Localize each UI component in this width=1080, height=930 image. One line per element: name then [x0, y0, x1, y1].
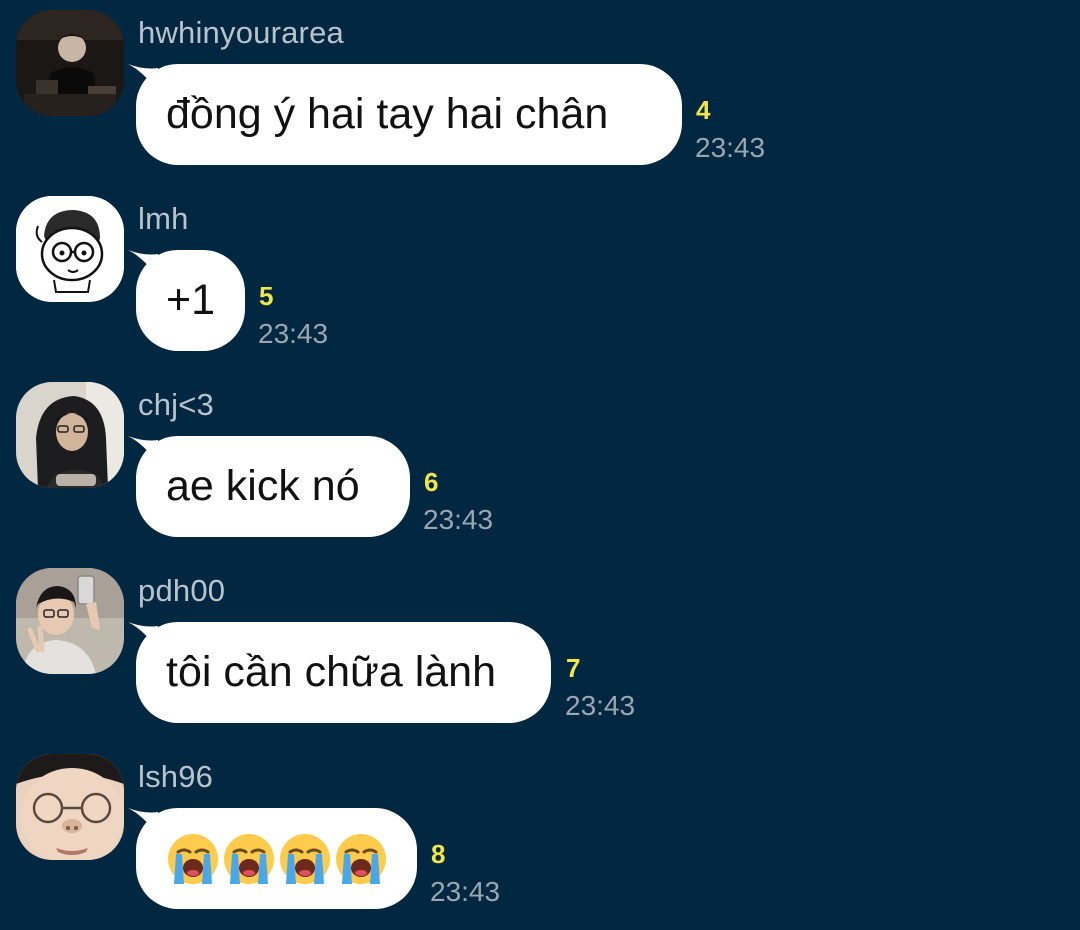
message-text: +1: [166, 276, 216, 324]
avatar[interactable]: [16, 568, 124, 674]
message-row: chj<3 ae kick nó 6 23:43: [0, 372, 1080, 558]
message-text: đồng ý hai tay hai chân: [166, 90, 609, 138]
unread-count: 5: [259, 281, 274, 311]
avatar[interactable]: [16, 196, 124, 302]
message-row: lsh96 😭😭😭😭: [0, 744, 1080, 930]
sender-name: lmh: [138, 201, 189, 236]
message-bubble[interactable]: ae kick nó: [136, 436, 410, 537]
message-bubble[interactable]: đồng ý hai tay hai chân: [136, 64, 682, 165]
message-time: 23:43: [565, 690, 636, 721]
unread-count: 4: [696, 95, 711, 125]
message-row: pdh00 tôi cần chữa lành 7 23:43: [0, 558, 1080, 744]
message-time: 23:43: [423, 504, 494, 535]
avatar-photo-icon: [16, 568, 124, 674]
message-bubble[interactable]: tôi cần chữa lành: [136, 622, 551, 723]
loudly-crying-face-icon: [336, 833, 386, 884]
message-row: lmh +1 5 23:43: [0, 186, 1080, 372]
loudly-crying-face-icon: [168, 833, 218, 884]
message-row: hwhinyourarea đồng ý hai tay hai chân 4 …: [0, 0, 1080, 186]
avatar[interactable]: [16, 10, 124, 116]
avatar-photo-icon: [16, 382, 124, 488]
message-time: 23:43: [695, 132, 766, 163]
message-time: 23:43: [258, 318, 329, 349]
avatar[interactable]: [16, 382, 124, 488]
sender-name: pdh00: [138, 573, 226, 608]
avatar-cartoon-icon: [16, 196, 124, 302]
avatar-photo-icon: [16, 754, 124, 860]
message-bubble[interactable]: 😭😭😭😭: [136, 808, 417, 909]
sender-name: chj<3: [138, 387, 214, 422]
avatar[interactable]: [16, 754, 124, 860]
message-text: ae kick nó: [166, 462, 360, 510]
message-bubble[interactable]: +1: [136, 250, 245, 351]
loudly-crying-face-icon: [280, 833, 330, 884]
unread-count: 8: [431, 839, 446, 869]
message-text: tôi cần chữa lành: [166, 648, 496, 696]
unread-count: 7: [566, 653, 581, 683]
sender-name: hwhinyourarea: [138, 15, 344, 50]
message-time: 23:43: [430, 876, 501, 907]
loudly-crying-face-icon: [224, 833, 274, 884]
sender-name: lsh96: [138, 759, 214, 794]
avatar-photo-icon: [16, 10, 124, 116]
emoji-row: [166, 832, 388, 886]
unread-count: 6: [424, 467, 439, 497]
